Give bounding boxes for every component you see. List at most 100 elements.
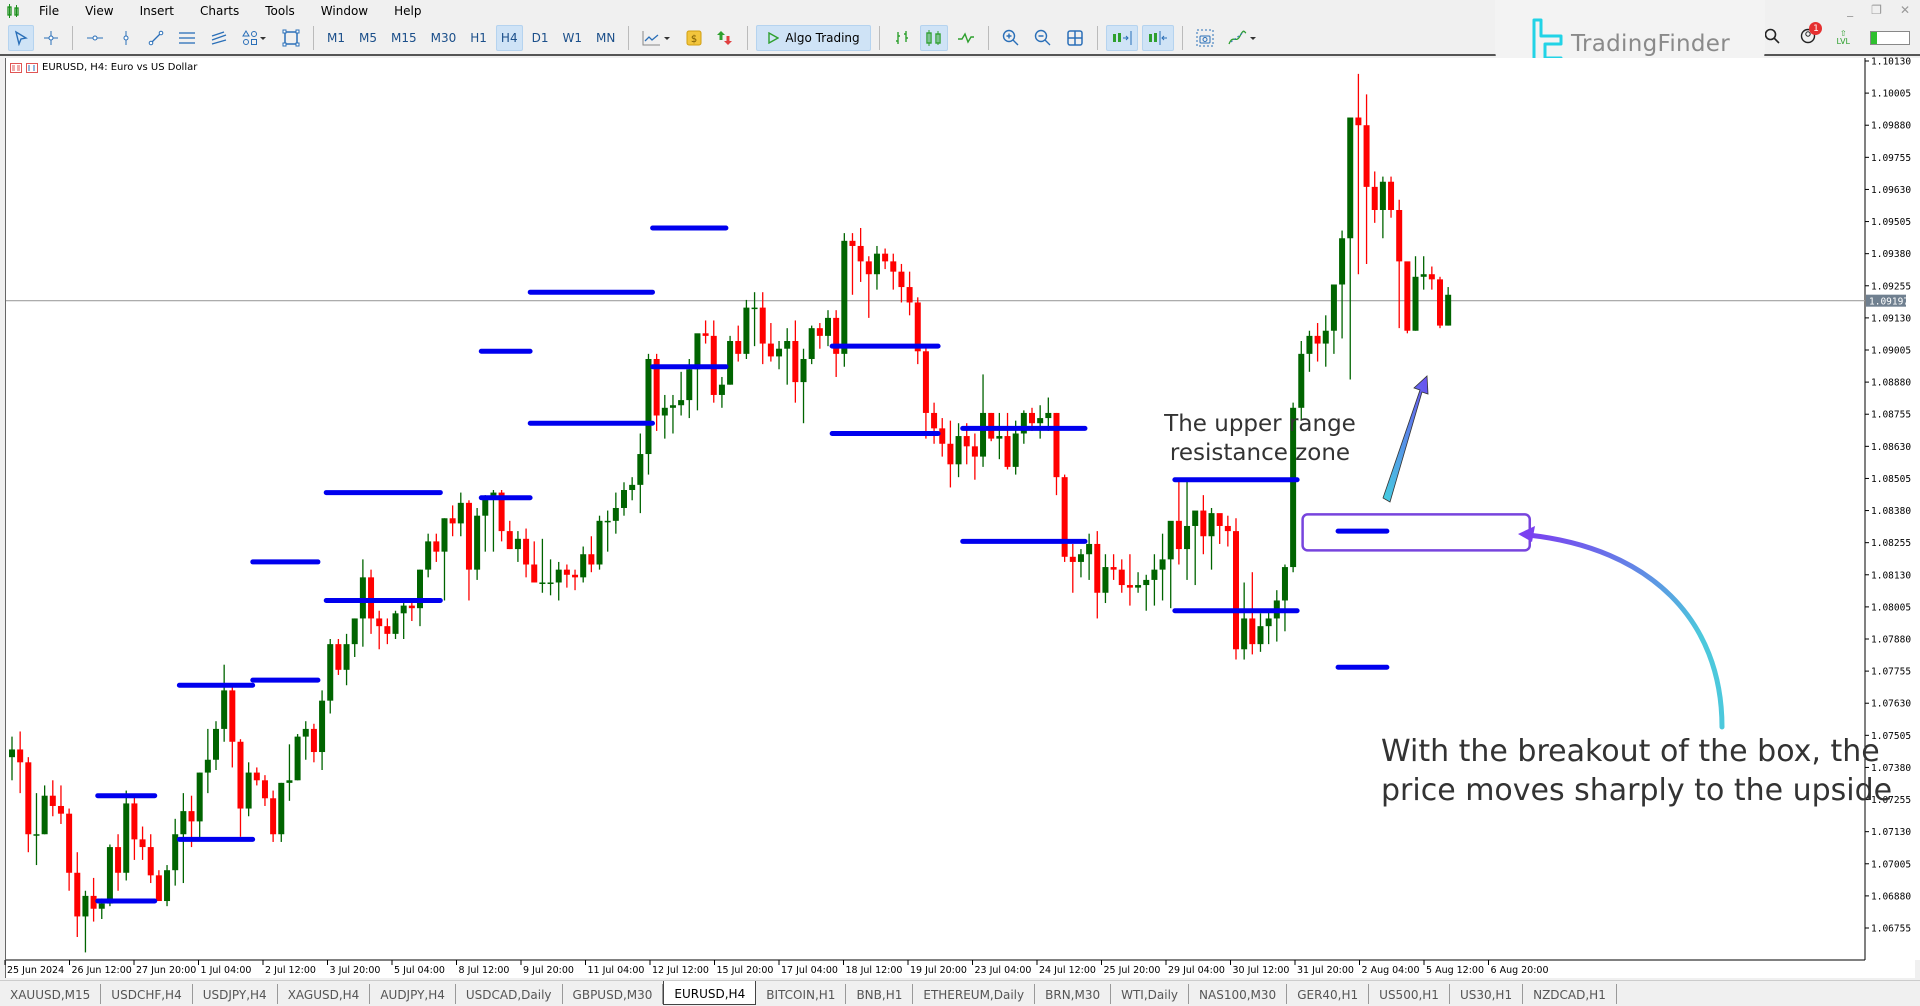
bull-candle-body bbox=[359, 577, 366, 619]
bear-candle-body bbox=[1118, 569, 1125, 586]
bear-candle-body bbox=[759, 307, 766, 344]
symbol-tab[interactable]: NAS100,M30 bbox=[1189, 984, 1288, 1004]
symbol-tab[interactable]: XAUUSD,M15 bbox=[0, 984, 102, 1004]
symbol-tab[interactable]: BRN,M30 bbox=[1035, 984, 1112, 1004]
y-tick-label: 1.09255 bbox=[1871, 281, 1911, 292]
bull-candle-body bbox=[1306, 335, 1313, 354]
bear-candle-body bbox=[702, 333, 709, 336]
bull-candle-body bbox=[343, 644, 350, 670]
symbol-tab[interactable]: US30,H1 bbox=[1450, 984, 1524, 1004]
bear-candle-body bbox=[1388, 181, 1395, 210]
bull-candle-body bbox=[1241, 618, 1248, 650]
x-tick-label: 1 Jul 04:00 bbox=[201, 965, 252, 976]
bear-candle-body bbox=[1053, 412, 1060, 478]
y-tick-label: 1.09130 bbox=[1871, 313, 1911, 324]
symbol-tab[interactable]: AUDJPY,H4 bbox=[370, 984, 456, 1004]
bull-candle-body bbox=[1159, 559, 1166, 570]
bear-candle-body bbox=[449, 518, 456, 524]
x-tick-label: 25 Jul 20:00 bbox=[1104, 965, 1161, 976]
bear-candle-body bbox=[572, 574, 579, 578]
symbol-tab[interactable]: USDCHF,H4 bbox=[101, 984, 193, 1004]
symbol-tab[interactable]: GBPUSD,M30 bbox=[563, 984, 664, 1004]
x-tick-label: 24 Jul 12:00 bbox=[1039, 965, 1096, 976]
bull-candle-body bbox=[1077, 554, 1084, 562]
bear-candle-body bbox=[115, 847, 122, 873]
bull-candle-body bbox=[776, 348, 783, 357]
bear-candle-body bbox=[931, 412, 938, 429]
bear-candle-body bbox=[971, 446, 978, 457]
bull-candle-body bbox=[1102, 567, 1109, 593]
y-tick-label: 1.09005 bbox=[1871, 346, 1911, 357]
bear-candle-body bbox=[735, 341, 742, 354]
bull-candle-body bbox=[1192, 510, 1199, 526]
x-tick-label: 9 Jul 20:00 bbox=[523, 965, 574, 976]
zone-label-line1: The upper range bbox=[1164, 411, 1356, 437]
bear-candle-body bbox=[1175, 520, 1182, 550]
chart-title: EURUSD, H4: Euro vs US Dollar bbox=[10, 62, 197, 73]
price-chart[interactable]: 1.10130 1.10005 1.09880 1.09755 1.09630 1.095… bbox=[0, 0, 1920, 980]
breakout-up-arrow bbox=[1382, 375, 1429, 503]
bull-candle-body bbox=[1412, 276, 1419, 331]
y-tick-label: 1.07755 bbox=[1871, 667, 1911, 678]
bull-candle-body bbox=[1322, 330, 1329, 344]
bull-candle-body bbox=[400, 605, 407, 614]
bear-candle-body bbox=[270, 798, 277, 835]
bull-candle-body bbox=[1167, 520, 1174, 560]
bear-candle-body bbox=[857, 245, 864, 262]
bull-candle-body bbox=[1257, 626, 1264, 645]
bull-candle-body bbox=[514, 538, 521, 550]
y-tick-label: 1.07005 bbox=[1871, 859, 1911, 870]
symbol-tab[interactable]: BNB,H1 bbox=[846, 984, 914, 1004]
zone-label: The upper range resistance zone bbox=[1150, 410, 1370, 468]
y-tick-label: 1.09630 bbox=[1871, 185, 1911, 196]
chart-title-text: EURUSD, H4: Euro vs US Dollar bbox=[42, 62, 198, 73]
bull-candle-body bbox=[825, 317, 831, 336]
bull-candle-body bbox=[1347, 117, 1354, 239]
bear-candle-body bbox=[131, 803, 138, 840]
symbol-tab[interactable]: USDCAD,Daily bbox=[456, 984, 563, 1004]
x-tick-label: 26 Jun 12:00 bbox=[72, 965, 132, 976]
symbol-tab[interactable]: XAGUSD,H4 bbox=[278, 984, 371, 1004]
bear-candle-body bbox=[939, 428, 946, 444]
bull-candle-body bbox=[327, 644, 334, 701]
bear-candle-body bbox=[237, 741, 244, 809]
chart-properties-icon bbox=[26, 62, 38, 73]
bear-candle-body bbox=[261, 780, 268, 799]
bull-candle-body bbox=[686, 369, 693, 401]
bear-candle-body bbox=[384, 626, 391, 634]
x-tick-label: 29 Jul 04:00 bbox=[1168, 965, 1225, 976]
bull-candle-body bbox=[441, 518, 448, 552]
bull-candle-body bbox=[751, 307, 758, 310]
bull-candle-body bbox=[645, 358, 652, 455]
bull-candle-body bbox=[213, 728, 219, 760]
bear-candle-body bbox=[57, 805, 64, 814]
symbol-tab[interactable]: GER40,H1 bbox=[1287, 984, 1370, 1004]
bull-candle-body bbox=[221, 690, 228, 729]
bull-candle-body bbox=[1045, 412, 1052, 419]
symbol-tab[interactable]: USDJPY,H4 bbox=[193, 984, 278, 1004]
x-tick-label: 31 Jul 20:00 bbox=[1297, 965, 1354, 976]
bear-candle-body bbox=[368, 577, 375, 619]
bear-candle-body bbox=[1428, 274, 1435, 280]
bull-candle-body bbox=[1445, 294, 1452, 326]
bear-candle-body bbox=[1355, 117, 1362, 126]
symbol-tab[interactable]: BITCOIN,H1 bbox=[756, 984, 847, 1004]
bull-candle-body bbox=[1143, 579, 1150, 586]
bear-candle-body bbox=[1126, 585, 1133, 588]
bull-candle-body bbox=[9, 749, 15, 758]
bear-candle-body bbox=[898, 271, 905, 288]
bull-candle-body bbox=[718, 384, 725, 395]
symbol-tab[interactable]: WTI,Daily bbox=[1111, 984, 1190, 1004]
x-tick-label: 15 Jul 20:00 bbox=[717, 965, 774, 976]
bull-candle-body bbox=[164, 870, 171, 902]
bull-candle-body bbox=[980, 412, 987, 457]
bear-candle-body bbox=[253, 772, 260, 781]
symbol-tab[interactable]: EURUSD,H4 bbox=[663, 981, 757, 1005]
symbol-tabs: XAUUSD,M15 USDCHF,H4 USDJPY,H4 XAGUSD,H4 AUD… bbox=[0, 980, 1920, 1006]
x-tick-label: 2 Aug 04:00 bbox=[1362, 965, 1420, 976]
symbol-tab[interactable]: NZDCAD,H1 bbox=[1523, 984, 1617, 1004]
bull-candle-body bbox=[302, 728, 309, 737]
bear-candle-body bbox=[963, 436, 970, 447]
symbol-tab[interactable]: ETHEREUM,Daily bbox=[913, 984, 1036, 1004]
symbol-tab[interactable]: US500,H1 bbox=[1369, 984, 1450, 1004]
